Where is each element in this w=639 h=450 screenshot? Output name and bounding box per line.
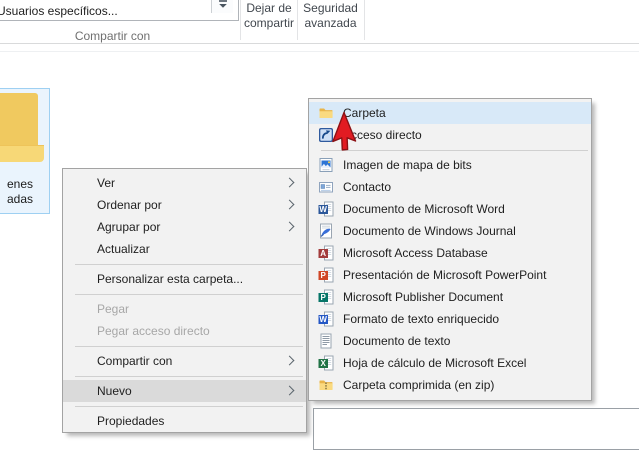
- shortcut-icon: [318, 127, 334, 143]
- submenu-chevron-icon: [285, 200, 295, 210]
- menu-item-label: Carpeta comprimida (en zip): [343, 378, 494, 392]
- folder-label-line2: adas: [0, 192, 64, 207]
- svg-text:W: W: [319, 205, 327, 214]
- menu-item-label: Nuevo: [97, 384, 132, 398]
- menu-item-label: Ordenar por: [97, 198, 162, 212]
- menu-item-agrupar-por[interactable]: Agrupar por: [63, 216, 306, 238]
- menu-item-label: Actualizar: [97, 242, 150, 256]
- svg-text:W: W: [319, 315, 327, 324]
- context-menu: Ver Ordenar por Agrupar por Actualizar Perso…: [62, 168, 307, 433]
- menu-item-microsoft-access-database[interactable]: A Microsoft Access Database: [309, 242, 591, 264]
- menu-item-documento-de-microsoft-word[interactable]: W Documento de Microsoft Word: [309, 198, 591, 220]
- svg-text:P: P: [321, 271, 327, 280]
- menu-separator: [321, 150, 588, 151]
- menu-separator: [75, 264, 303, 265]
- menu-item-label: Carpeta: [343, 106, 386, 120]
- menu-item-label: Documento de texto: [343, 334, 450, 348]
- menu-item-personalizar-esta-carpeta[interactable]: Personalizar esta carpeta...: [63, 268, 306, 290]
- svg-text:X: X: [321, 359, 327, 368]
- powerpoint-icon: P: [318, 267, 334, 283]
- menu-item-compartir-con[interactable]: Compartir con: [63, 350, 306, 372]
- bitmap-image-icon: [318, 157, 334, 173]
- submenu-chevron-icon: [285, 222, 295, 232]
- menu-separator: [75, 294, 303, 295]
- menu-item-carpeta[interactable]: Carpeta: [309, 102, 591, 124]
- menu-item-label: Microsoft Access Database: [343, 246, 488, 260]
- access-icon: A: [318, 245, 334, 261]
- ribbon-share-tab: Usuarios específicos... Dejar de compart…: [0, 0, 639, 44]
- submenu-chevron-icon: [285, 178, 295, 188]
- ribbon-separator: [364, 0, 365, 40]
- rtf-icon: W: [318, 311, 334, 327]
- ribbon-group-label: Compartir con: [40, 29, 185, 43]
- menu-item-label: Documento de Microsoft Word: [343, 202, 505, 216]
- menu-item-imagen-de-mapa-de-bits[interactable]: Imagen de mapa de bits: [309, 154, 591, 176]
- partial-panel-edge: [313, 408, 639, 450]
- menu-item-formato-de-texto-enriquecido[interactable]: W Formato de texto enriquecido: [309, 308, 591, 330]
- text-document-icon: [318, 333, 334, 349]
- submenu-chevron-icon: [285, 356, 295, 366]
- menu-item-label: Contacto: [343, 180, 391, 194]
- menu-item-acceso-directo[interactable]: Acceso directo: [309, 124, 591, 146]
- menu-item-pegar: Pegar: [63, 298, 306, 320]
- menu-item-label: Presentación de Microsoft PowerPoint: [343, 268, 546, 282]
- new-submenu: Carpeta Acceso directo Imagen de mapa de b…: [308, 98, 592, 401]
- menu-item-nuevo[interactable]: Nuevo: [63, 380, 306, 402]
- menu-item-hoja-de-calculo-de-microsoft-excel[interactable]: X Hoja de cálculo de Microsoft Excel: [309, 352, 591, 374]
- word-icon: W: [318, 201, 334, 217]
- contact-icon: [318, 179, 334, 195]
- journal-icon: [318, 223, 334, 239]
- submenu-chevron-icon: [285, 386, 295, 396]
- share-with-gallery[interactable]: Usuarios específicos...: [0, 0, 239, 21]
- menu-item-pegar-acceso-directo: Pegar acceso directo: [63, 320, 306, 342]
- svg-text:P: P: [321, 293, 327, 302]
- menu-item-actualizar[interactable]: Actualizar: [63, 238, 306, 260]
- menu-item-ordenar-por[interactable]: Ordenar por: [63, 194, 306, 216]
- menu-item-label: Pegar: [97, 302, 129, 316]
- menu-item-microsoft-publisher-document[interactable]: P Microsoft Publisher Document: [309, 286, 591, 308]
- menu-item-presentacion-de-microsoft-powerpoint[interactable]: P Presentación de Microsoft PowerPoint: [309, 264, 591, 286]
- menu-item-label: Hoja de cálculo de Microsoft Excel: [343, 356, 526, 370]
- menu-item-label: Ver: [97, 176, 115, 190]
- menu-separator: [75, 376, 303, 377]
- share-with-gallery-selected: Usuarios específicos...: [0, 4, 118, 18]
- svg-text:A: A: [320, 249, 326, 258]
- excel-icon: X: [318, 355, 334, 371]
- folder-label-line1: enes: [0, 177, 64, 192]
- menu-item-label: Personalizar esta carpeta...: [97, 272, 243, 286]
- menu-item-documento-de-texto[interactable]: Documento de texto: [309, 330, 591, 352]
- menu-item-label: Agrupar por: [97, 220, 160, 234]
- menu-item-label: Microsoft Publisher Document: [343, 290, 503, 304]
- menu-item-propiedades[interactable]: Propiedades: [63, 410, 306, 432]
- stop-sharing-button[interactable]: Dejar de compartir: [241, 1, 297, 31]
- menu-separator: [75, 346, 303, 347]
- zip-folder-icon: [318, 377, 334, 393]
- gallery-more-icon: [218, 0, 228, 9]
- menu-item-label: Propiedades: [97, 414, 164, 428]
- menu-item-contacto[interactable]: Contacto: [309, 176, 591, 198]
- content-top-border: [0, 51, 639, 52]
- menu-item-label: Pegar acceso directo: [97, 324, 210, 338]
- menu-item-ver[interactable]: Ver: [63, 172, 306, 194]
- menu-separator: [75, 406, 303, 407]
- menu-item-carpeta-comprimida-en-zip[interactable]: Carpeta comprimida (en zip): [309, 374, 591, 396]
- folder-icon: [318, 105, 334, 121]
- menu-item-label: Acceso directo: [343, 128, 422, 142]
- publisher-icon: P: [318, 289, 334, 305]
- menu-item-label: Formato de texto enriquecido: [343, 312, 499, 326]
- menu-item-label: Documento de Windows Journal: [343, 224, 516, 238]
- ribbon-bottom-border: [0, 43, 639, 44]
- gallery-more-button[interactable]: [211, 0, 233, 13]
- menu-item-label: Imagen de mapa de bits: [343, 158, 472, 172]
- advanced-security-button[interactable]: Seguridad avanzada: [298, 1, 363, 31]
- menu-item-documento-de-windows-journal[interactable]: Documento de Windows Journal: [309, 220, 591, 242]
- menu-item-label: Compartir con: [97, 354, 172, 368]
